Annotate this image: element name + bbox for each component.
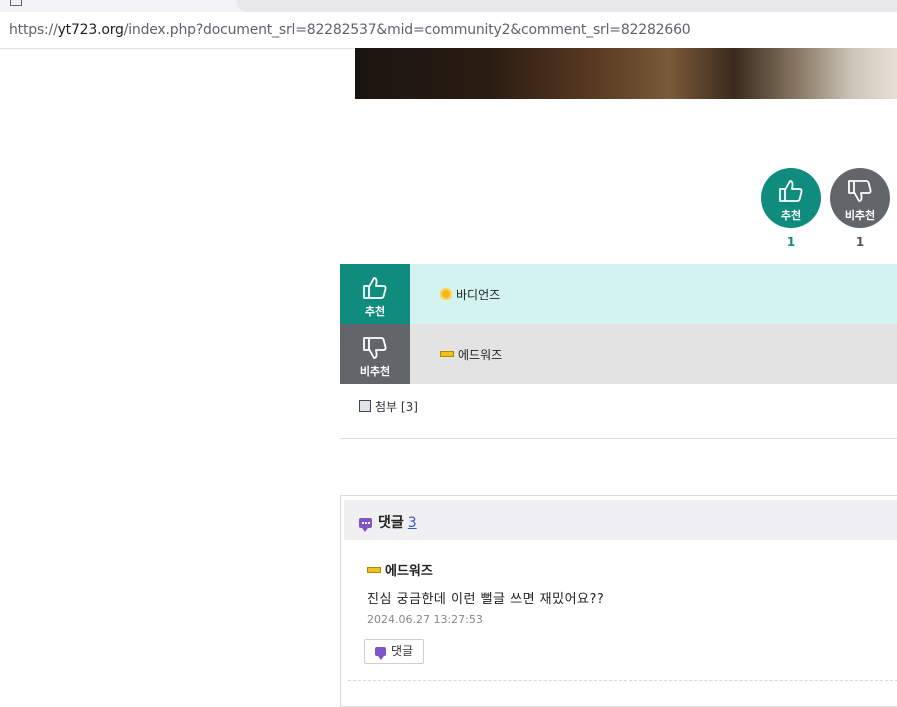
downvoter-name-link[interactable]: 에드워즈 — [440, 346, 502, 363]
comments-count-link[interactable]: 3 — [408, 515, 417, 531]
upvoter-list: 추천 바디언즈 — [340, 264, 897, 324]
url-text[interactable]: https://yt723.org/index.php?document_srl… — [9, 22, 691, 38]
url-scheme: https:// — [9, 22, 58, 38]
downvote-count: 1 — [855, 235, 865, 249]
comments-header: 댓글 3 — [344, 500, 897, 540]
downvoter-list-label: 비추천 — [359, 365, 391, 378]
reply-button[interactable]: 댓글 — [364, 639, 424, 664]
floppy-disk-icon — [359, 400, 371, 412]
speech-bubble-icon — [359, 518, 372, 532]
downvoter-list-header: 비추천 — [340, 324, 410, 384]
thumbs-up-icon — [363, 277, 387, 299]
downvoter-list: 비추천 에드워즈 — [340, 324, 897, 384]
attachment-label: 첨부 [3] — [375, 400, 418, 414]
thumbs-down-icon — [363, 337, 387, 359]
browser-tab-strip — [0, 0, 897, 12]
comments-section: 댓글 3 에드워즈 진심 궁금한데 이런 뻘글 쓰면 재밌어요?? 2024.06… — [340, 495, 897, 707]
downvote-button[interactable]: 비추천 — [830, 168, 890, 228]
speech-bubble-icon — [374, 647, 386, 660]
upvoter-name: 바디언즈 — [456, 288, 501, 302]
member-level-bar-icon — [367, 567, 381, 573]
comment-date: 2024.06.27 13:27:53 — [367, 613, 483, 626]
comments-title-text: 댓글 — [378, 515, 404, 531]
browser-tab[interactable] — [237, 0, 897, 12]
tab-favicon-icon — [10, 0, 22, 6]
url-path: /index.php?document_srl=82282537&mid=com… — [123, 22, 691, 38]
thumbs-up-icon — [779, 180, 803, 202]
post-image — [355, 48, 897, 99]
section-divider — [340, 438, 897, 439]
upvoter-name-link[interactable]: 바디언즈 — [440, 286, 500, 303]
comment-author[interactable]: 에드워즈 — [367, 560, 433, 579]
downvoter-name: 에드워즈 — [458, 348, 503, 362]
comment-author-name: 에드워즈 — [385, 564, 433, 579]
upvote-button[interactable]: 추천 — [761, 168, 821, 228]
upvote-label: 추천 — [780, 209, 802, 222]
comment-text: 진심 궁금한데 이런 뻘글 쓰면 재밌어요?? — [367, 592, 605, 607]
thumbs-down-icon — [848, 180, 872, 202]
url-domain: yt723.org — [57, 22, 124, 38]
upvote-count: 1 — [786, 235, 796, 249]
downvote-label: 비추천 — [844, 209, 876, 222]
member-level-flower-icon — [440, 288, 452, 300]
comments-title: 댓글 3 — [359, 512, 417, 532]
attachment-link[interactable]: 첨부 [3] — [359, 398, 418, 415]
reply-button-label: 댓글 — [390, 644, 414, 658]
upvoter-list-header: 추천 — [340, 264, 410, 324]
upvoter-list-label: 추천 — [364, 305, 386, 318]
address-bar[interactable]: https://yt723.org/index.php?document_srl… — [0, 12, 897, 49]
member-level-bar-icon — [440, 351, 454, 357]
comment-separator — [348, 680, 897, 681]
